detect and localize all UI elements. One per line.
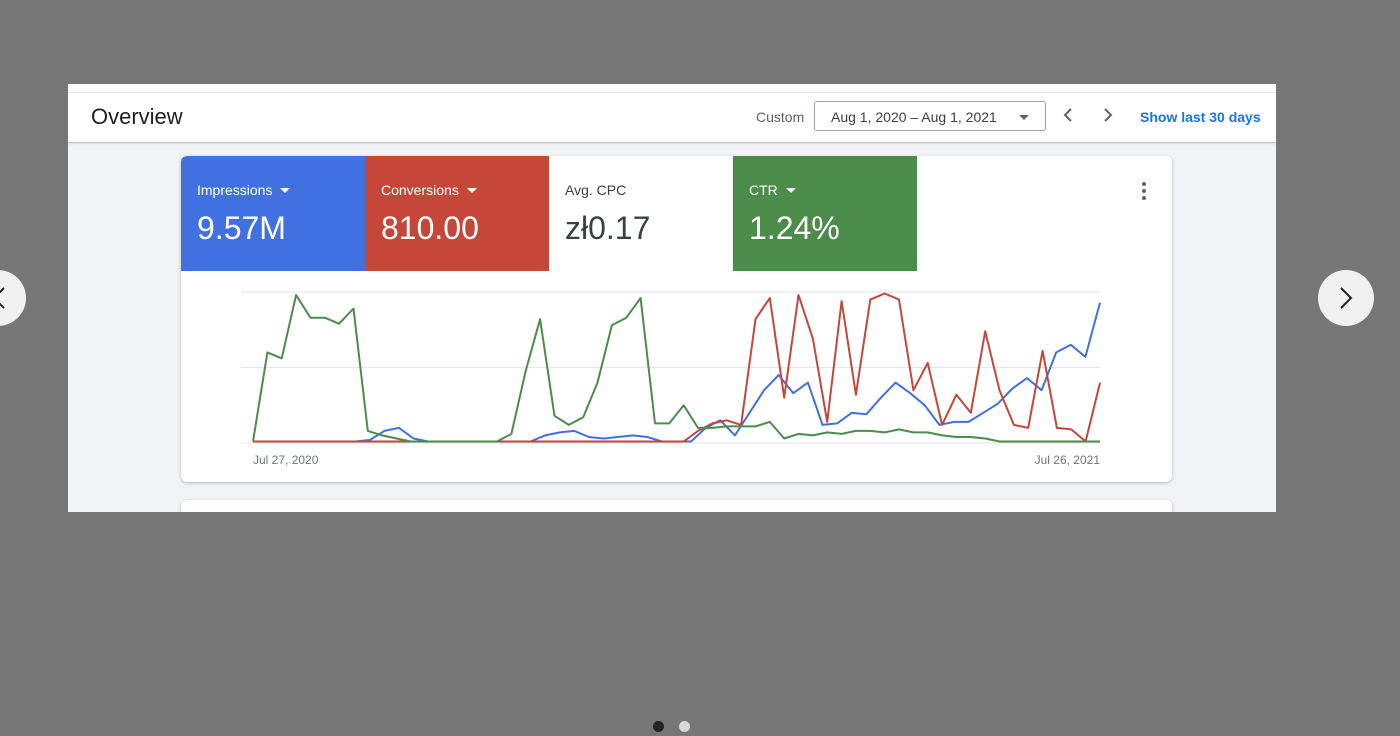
line-chart — [241, 291, 1101, 444]
secondary-card — [181, 500, 1172, 512]
metric-value: 1.24% — [749, 210, 840, 246]
x-axis-end-label: Jul 26, 2021 — [1034, 453, 1100, 467]
chevron-right-icon — [1340, 287, 1353, 309]
metric-avg-cpc[interactable]: Avg. CPC zł0.17 — [549, 156, 733, 271]
metric-conversions[interactable]: Conversions 810.00 — [365, 156, 549, 271]
more-vert-icon — [1142, 182, 1146, 186]
caret-down-icon — [280, 187, 291, 193]
metric-label: Avg. CPC — [565, 182, 627, 198]
metric-label: Impressions — [197, 182, 273, 198]
metric-value: zł0.17 — [565, 210, 651, 246]
series-line-1 — [253, 302, 1101, 443]
next-period-button[interactable] — [1096, 103, 1120, 127]
more-vert-icon-dot — [1142, 189, 1146, 193]
more-options-button[interactable] — [1140, 182, 1148, 202]
caret-down-icon — [1019, 115, 1029, 120]
carousel-dot-2[interactable] — [679, 721, 690, 732]
caret-down-icon — [785, 187, 796, 193]
x-axis-start-label: Jul 27, 2020 — [253, 453, 319, 467]
metric-value: 810.00 — [381, 210, 479, 246]
chevron-right-icon — [1104, 108, 1113, 122]
more-vert-icon-dot — [1142, 196, 1146, 200]
carousel-dot-1[interactable] — [653, 721, 664, 732]
overview-slide: Overview Custom Aug 1, 2020 – Aug 1, 202… — [68, 84, 1276, 512]
page-title: Overview — [91, 104, 183, 129]
date-range-select[interactable]: Aug 1, 2020 – Aug 1, 2021 — [814, 101, 1046, 131]
carousel-next-button[interactable] — [1318, 270, 1374, 326]
metric-ctr[interactable]: CTR 1.24% — [733, 156, 917, 271]
carousel-prev-button[interactable] — [0, 270, 26, 326]
chevron-left-icon — [1063, 108, 1072, 122]
custom-label: Custom — [756, 109, 805, 125]
metric-value: 9.57M — [197, 210, 286, 246]
caret-down-icon — [466, 187, 477, 193]
performance-card: Impressions 9.57M Conversions 810.00 Avg… — [181, 156, 1172, 482]
date-range-value: Aug 1, 2020 – Aug 1, 2021 — [831, 109, 997, 125]
metric-label: CTR — [749, 182, 778, 198]
previous-period-button[interactable] — [1056, 103, 1080, 127]
overview-header: Overview Custom Aug 1, 2020 – Aug 1, 202… — [68, 84, 1276, 142]
show-last-30-days-link[interactable]: Show last 30 days — [1140, 109, 1261, 125]
metric-impressions[interactable]: Impressions 9.57M — [181, 156, 365, 271]
chevron-left-icon — [0, 287, 5, 309]
metric-label: Conversions — [381, 182, 459, 198]
